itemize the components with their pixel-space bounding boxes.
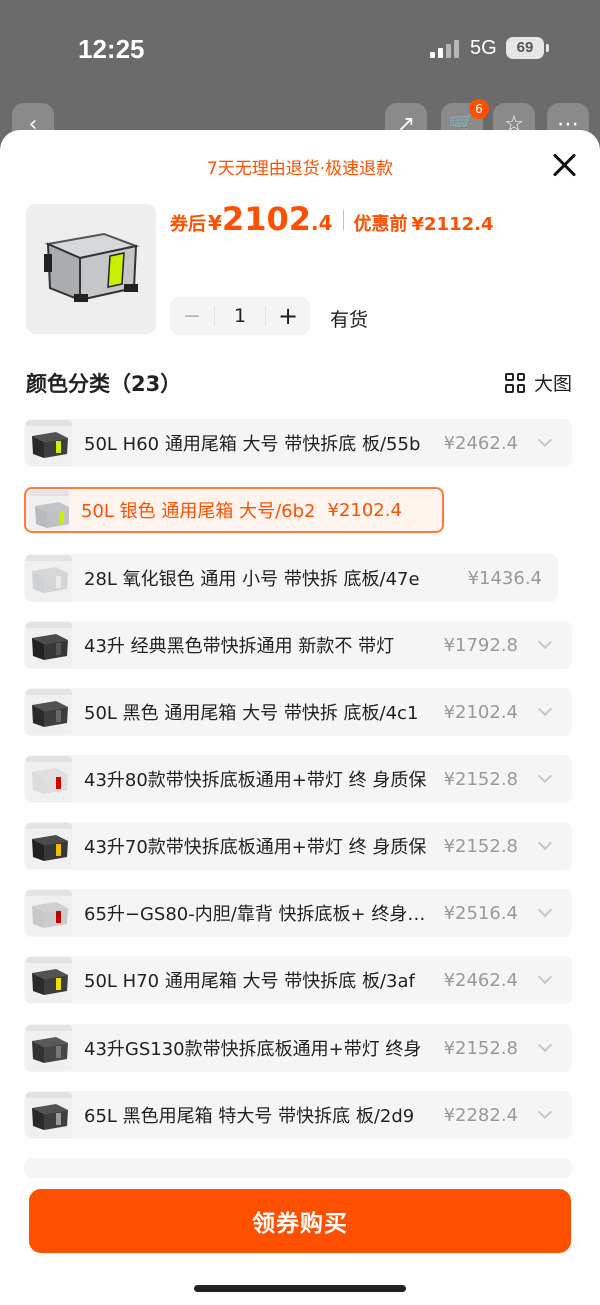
network-type: 5G: [470, 37, 497, 59]
increase-button[interactable]: +: [266, 302, 310, 330]
sku-option-name: 43升80款带快拆底板通用+带灯 终 身质保: [84, 770, 427, 791]
chevron-down-icon[interactable]: [537, 835, 553, 851]
after-coupon-label: 券后: [170, 214, 206, 235]
big-view-toggle[interactable]: 大图: [505, 369, 572, 396]
sku-option-price: ¥2102.4: [327, 499, 402, 521]
chevron-down-icon[interactable]: [537, 432, 553, 448]
sku-selection-sheet: 7天无理由退货·极速退款 券后 ¥ 2102 .4 优惠前 ¥2112.4 − …: [0, 130, 600, 1305]
sku-option-thumbnail: [26, 1092, 72, 1138]
sku-option-name: 65L 黑色用尾箱 特大号 带快拆底 板/2d9: [84, 1106, 415, 1127]
price-decimal: .4: [310, 211, 333, 235]
sku-option[interactable]: 50L 黑色 通用尾箱 大号 带快拆 底板/4c1 ¥2102.4: [24, 688, 572, 736]
chevron-down-icon[interactable]: [537, 969, 553, 985]
sku-option-name: 50L 黑色 通用尾箱 大号 带快拆 底板/4c1: [84, 703, 419, 724]
sku-option-price: ¥2516.4: [443, 902, 518, 924]
sku-option[interactable]: 50L 银色 通用尾箱 大号/6b2 ¥2102.4: [24, 487, 444, 533]
coupon-buy-button[interactable]: 领券购买: [29, 1189, 571, 1253]
chevron-down-icon[interactable]: [537, 701, 553, 717]
quantity-value[interactable]: 1: [214, 306, 266, 326]
sku-option[interactable]: 65升−GS80-内胆/靠背 快拆底板+ 终身质保 ¥2516.4: [24, 889, 572, 937]
before-discount-label: 优惠前: [353, 214, 408, 235]
sku-option[interactable]: 28L 氧化银色 通用 小号 带快拆 底板/47e ¥1436.4: [24, 554, 558, 602]
decrease-button[interactable]: −: [170, 304, 214, 329]
close-icon[interactable]: [550, 150, 580, 180]
price-divider: [342, 210, 344, 230]
sku-option[interactable]: 65L 黑色用尾箱 特大号 带快拆底 板/2d9 ¥2282.4: [24, 1091, 572, 1139]
sku-option-price: ¥2152.8: [443, 1037, 518, 1059]
sku-option-thumbnail: [26, 756, 72, 802]
sku-option-partial[interactable]: [24, 1158, 572, 1178]
sku-option-thumbnail: [29, 490, 69, 530]
sku-option-name: 43升70款带快拆底板通用+带灯 终 身质保: [84, 837, 427, 858]
chevron-down-icon[interactable]: [537, 902, 553, 918]
sku-option-thumbnail: [26, 689, 72, 735]
sku-option-price: ¥2462.4: [443, 432, 518, 454]
quantity-stepper: − 1 +: [170, 297, 310, 335]
sku-option-name: 50L H70 通用尾箱 大号 带快拆底 板/3af: [84, 971, 415, 992]
chevron-down-icon[interactable]: [537, 1037, 553, 1053]
sku-option-thumbnail: [26, 890, 72, 936]
home-indicator: [194, 1285, 406, 1292]
sku-option-name: 43升GS130款带快拆底板通用+带灯 终身: [84, 1039, 422, 1060]
sku-option-thumbnail: [26, 1025, 72, 1071]
sku-option-thumbnail: [26, 957, 72, 1003]
sku-option-thumbnail: [26, 555, 72, 601]
sku-option-price: ¥2102.4: [443, 701, 518, 723]
cellular-signal-icon: [430, 40, 460, 58]
sku-option[interactable]: 50L H60 通用尾箱 大号 带快拆底 板/55b ¥2462.4: [24, 419, 572, 467]
sku-option[interactable]: 43升80款带快拆底板通用+带灯 终 身质保 ¥2152.8: [24, 755, 572, 803]
sku-option[interactable]: 43升GS130款带快拆底板通用+带灯 终身 ¥2152.8: [24, 1024, 572, 1072]
top-case-image: [26, 204, 156, 334]
product-thumbnail[interactable]: [26, 204, 156, 334]
before-discount-price: ¥2112.4: [411, 214, 494, 235]
chevron-down-icon[interactable]: [537, 768, 553, 784]
sku-option-name: 50L 银色 通用尾箱 大号/6b2: [81, 501, 316, 522]
price-line: 券后 ¥ 2102 .4 优惠前 ¥2112.4: [170, 200, 493, 240]
sku-option-price: ¥2152.8: [443, 768, 518, 790]
status-bar: 12:25 5G 69: [0, 0, 600, 100]
price-integer: 2102: [221, 200, 311, 238]
chevron-down-icon[interactable]: [537, 1104, 553, 1120]
status-time: 12:25: [78, 34, 145, 64]
sku-option[interactable]: 50L H70 通用尾箱 大号 带快拆底 板/3af ¥2462.4: [24, 956, 572, 1004]
price-currency: ¥: [208, 211, 222, 235]
battery-icon: 69: [506, 37, 549, 59]
return-policy-note: 7天无理由退货·极速退款: [206, 159, 394, 179]
sku-option-price: ¥1436.4: [467, 567, 542, 589]
big-view-label: 大图: [534, 373, 573, 395]
sku-option-price: ¥1792.8: [443, 634, 518, 656]
stock-status: 有货: [330, 309, 369, 331]
cart-count-badge: 6: [469, 99, 489, 119]
sku-option-thumbnail: [26, 622, 72, 668]
sku-option-name: 65升−GS80-内胆/靠背 快拆底板+ 终身质保: [84, 904, 430, 925]
sku-option-thumbnail: [26, 420, 72, 466]
sku-option-thumbnail: [26, 823, 72, 869]
chevron-down-icon[interactable]: [537, 634, 553, 650]
sku-option-name: 50L H60 通用尾箱 大号 带快拆底 板/55b: [84, 434, 421, 455]
sku-option-name: 28L 氧化银色 通用 小号 带快拆 底板/47e: [84, 569, 420, 590]
sku-option[interactable]: 43升 经典黑色带快拆通用 新款不 带灯 ¥1792.8: [24, 621, 572, 669]
section-title: 颜色分类（23）: [26, 372, 182, 396]
sku-option-name: 43升 经典黑色带快拆通用 新款不 带灯: [84, 636, 395, 657]
grid-icon: [505, 372, 525, 393]
sku-option-price: ¥2152.8: [443, 835, 518, 857]
sku-option-price: ¥2282.4: [443, 1104, 518, 1126]
sku-option-price: ¥2462.4: [443, 969, 518, 991]
sku-option[interactable]: 43升70款带快拆底板通用+带灯 终 身质保 ¥2152.8: [24, 822, 572, 870]
